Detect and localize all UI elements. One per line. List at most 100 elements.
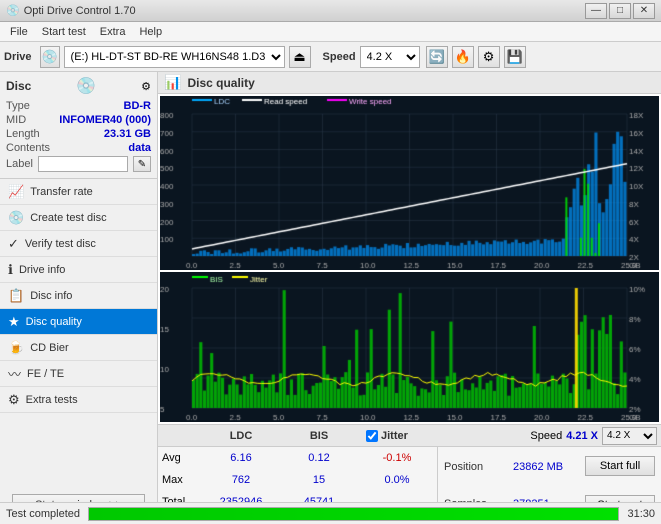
burn-button[interactable]: 🔥 — [452, 46, 474, 68]
nav-label-cd-bier: CD Bier — [30, 342, 69, 354]
disc-config-icon: ⚙ — [141, 80, 151, 93]
progress-bar-fill — [89, 508, 618, 520]
minimize-button[interactable]: — — [585, 3, 607, 19]
max-bis: 15 — [284, 474, 354, 486]
nav-item-drive-info[interactable]: ℹ Drive info — [0, 257, 157, 283]
status-text: Test completed — [6, 508, 80, 520]
nav-item-disc-quality[interactable]: ★ Disc quality — [0, 309, 157, 335]
nav-list: 📈 Transfer rate 💿 Create test disc ✓ Verify t… — [0, 179, 157, 413]
disc-section: Disc 💿 ⚙ Type BD-R MID INFOMER40 (000) L… — [0, 72, 157, 179]
main-content: Disc 💿 ⚙ Type BD-R MID INFOMER40 (000) L… — [0, 72, 661, 524]
ldc-header: LDC — [206, 430, 276, 442]
menu-file[interactable]: File — [4, 25, 34, 39]
nav-icon-disc-info: 📋 — [8, 288, 24, 304]
chart-header: 📊 Disc quality — [158, 72, 661, 94]
nav-item-create-test-disc[interactable]: 💿 Create test disc — [0, 205, 157, 231]
save-button[interactable]: 💾 — [504, 46, 526, 68]
nav-icon-extra-tests: ⚙ — [8, 392, 20, 408]
upper-chart — [160, 96, 659, 270]
nav-item-verify-test-disc[interactable]: ✓ Verify test disc — [0, 231, 157, 257]
disc-section-title: Disc — [6, 79, 31, 93]
speed-col-label: Speed — [530, 430, 562, 442]
nav-icon-fe-te: 〰 — [8, 364, 21, 383]
avg-row: Avg 6.16 0.12 -0.1% — [158, 447, 437, 469]
upper-canvas — [160, 96, 659, 270]
maximize-button[interactable]: □ — [609, 3, 631, 19]
nav-icon-cd-bier: 🍺 — [8, 340, 24, 356]
nav-label-disc-quality: Disc quality — [26, 316, 82, 328]
statusbar: Test completed 31:30 — [0, 502, 661, 524]
label-edit-button[interactable]: ✎ — [133, 156, 151, 172]
refresh-button[interactable]: 🔄 — [426, 46, 448, 68]
label-input[interactable] — [38, 156, 128, 172]
nav-item-fe-te[interactable]: 〰 FE / TE — [0, 361, 157, 387]
position-row: Position 23862 MB — [444, 461, 573, 473]
titlebar: 💿 Opti Drive Control 1.70 — □ ✕ — [0, 0, 661, 22]
speed-col-val: 4.21 X — [566, 430, 598, 442]
contents-label: Contents — [6, 142, 50, 154]
avg-bis: 0.12 — [284, 452, 354, 464]
speed-label: Speed — [323, 51, 356, 63]
menu-extra[interactable]: Extra — [94, 25, 132, 39]
nav-icon-transfer-rate: 📈 — [8, 184, 24, 200]
drive-label: Drive — [4, 51, 32, 63]
nav-item-extra-tests[interactable]: ⚙ Extra tests — [0, 387, 157, 413]
window-controls: — □ ✕ — [585, 3, 655, 19]
max-jitter: 0.0% — [362, 474, 432, 486]
lower-canvas — [160, 272, 659, 422]
nav-icon-disc-quality: ★ — [8, 314, 20, 330]
chart-icon: 📊 — [164, 74, 181, 91]
app-title: 💿 Opti Drive Control 1.70 — [6, 4, 136, 17]
nav-label-disc-info: Disc info — [30, 290, 72, 302]
close-button[interactable]: ✕ — [633, 3, 655, 19]
nav-label-verify-test-disc: Verify test disc — [25, 238, 96, 250]
drive-toolbar: Drive 💿 (E:) HL-DT-ST BD-RE WH16NS48 1.D… — [0, 42, 661, 72]
settings-button[interactable]: ⚙ — [478, 46, 500, 68]
jitter-checkbox[interactable] — [366, 430, 378, 442]
start-full-button[interactable]: Start full — [585, 456, 655, 476]
eject-button[interactable]: ⏏ — [289, 46, 311, 68]
max-row: Max 762 15 0.0% — [158, 469, 437, 491]
drive-icon-btn: 💿 — [40, 46, 60, 68]
nav-icon-verify-test-disc: ✓ — [8, 236, 19, 252]
drive-select[interactable]: (E:) HL-DT-ST BD-RE WH16NS48 1.D3 — [64, 46, 285, 68]
menu-start-test[interactable]: Start test — [36, 25, 92, 39]
nav-item-disc-info[interactable]: 📋 Disc info — [0, 283, 157, 309]
max-ldc: 762 — [206, 474, 276, 486]
type-label: Type — [6, 100, 30, 112]
contents-value: data — [128, 142, 151, 154]
length-label: Length — [6, 128, 40, 140]
bis-header: BIS — [284, 430, 354, 442]
nav-label-create-test-disc: Create test disc — [30, 212, 106, 224]
chart-title: Disc quality — [187, 76, 254, 90]
nav-icon-create-test-disc: 💿 — [8, 210, 24, 226]
avg-label: Avg — [162, 452, 198, 464]
type-value: BD-R — [124, 100, 152, 112]
nav-label-fe-te: FE / TE — [27, 368, 64, 380]
avg-jitter: -0.1% — [362, 452, 432, 464]
nav-label-extra-tests: Extra tests — [26, 394, 78, 406]
nav-icon-drive-info: ℹ — [8, 262, 13, 278]
lower-chart — [160, 272, 659, 422]
stats-header-row: LDC BIS Jitter Speed 4.21 X 4.2 X — [158, 425, 661, 447]
menu-help[interactable]: Help — [133, 25, 168, 39]
progress-bar-container — [88, 507, 619, 521]
mid-value: INFOMER40 (000) — [59, 114, 151, 126]
status-time: 31:30 — [627, 508, 655, 520]
length-value: 23.31 GB — [104, 128, 151, 140]
position-label: Position — [444, 461, 509, 473]
nav-item-transfer-rate[interactable]: 📈 Transfer rate — [0, 179, 157, 205]
speed-select[interactable]: 4.2 X — [360, 46, 420, 68]
right-panel: 📊 Disc quality LDC BIS Jitter — [158, 72, 661, 524]
nav-label-transfer-rate: Transfer rate — [30, 186, 93, 198]
max-label: Max — [162, 474, 198, 486]
nav-label-drive-info: Drive info — [19, 264, 65, 276]
charts-wrapper — [158, 94, 661, 424]
app-icon: 💿 — [6, 4, 20, 17]
label-label: Label — [6, 158, 33, 170]
disc-icon: 💿 — [76, 76, 96, 96]
position-val: 23862 MB — [513, 461, 573, 473]
nav-item-cd-bier[interactable]: 🍺 CD Bier — [0, 335, 157, 361]
avg-ldc: 6.16 — [206, 452, 276, 464]
speed-stat-select[interactable]: 4.2 X — [602, 427, 657, 445]
